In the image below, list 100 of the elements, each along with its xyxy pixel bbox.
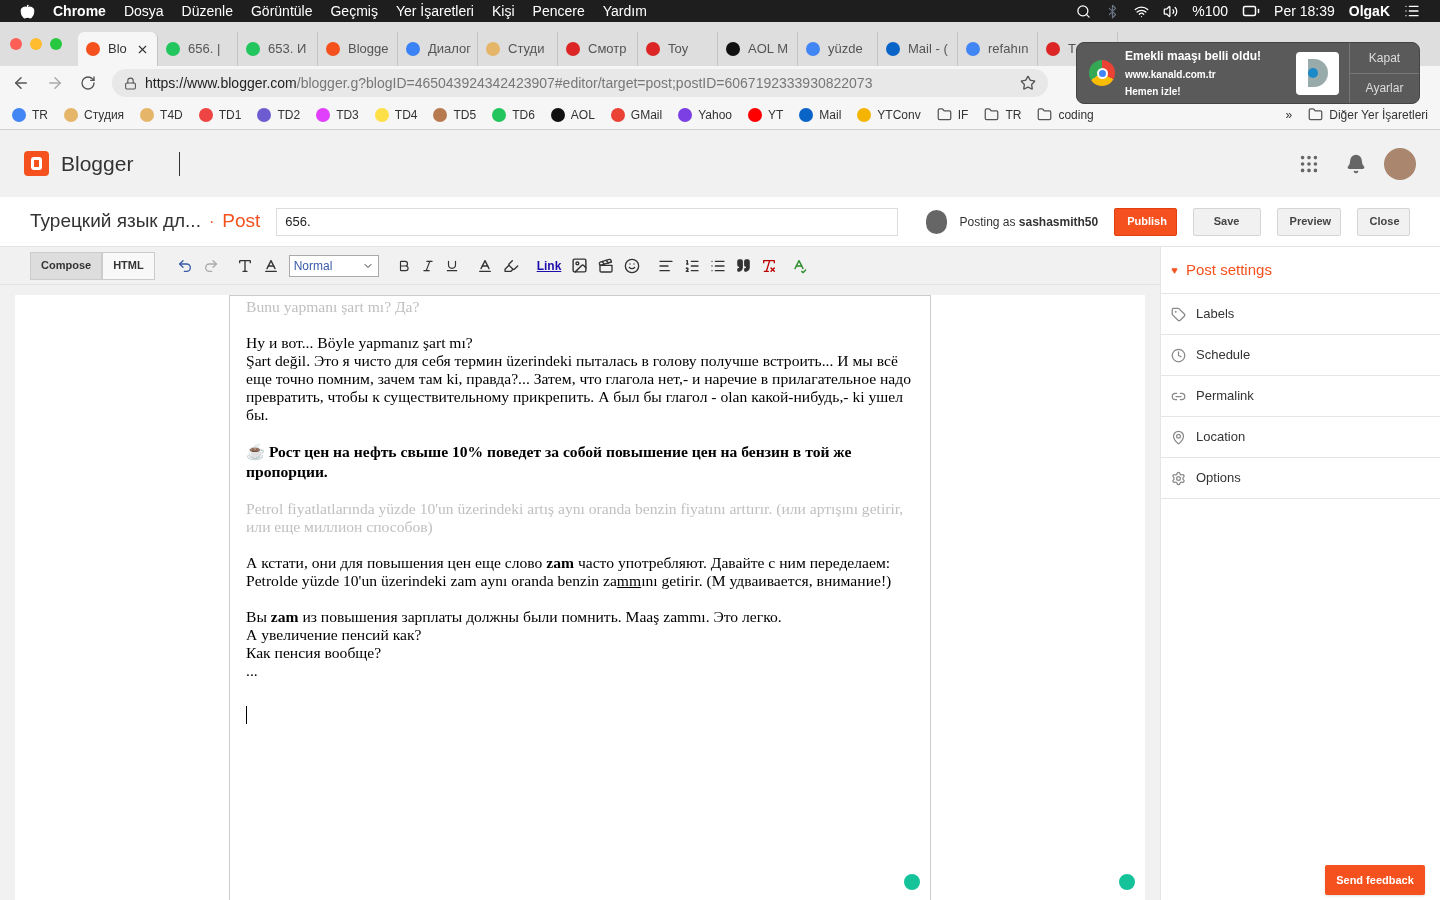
tab-title: refahın	[988, 40, 1029, 59]
notification-body: Hemen izle!	[1125, 85, 1182, 99]
bookmark-item[interactable]: TD2	[257, 105, 301, 124]
menu-item[interactable]: Kişi	[492, 0, 515, 22]
editor-canvas[interactable]	[229, 295, 931, 900]
browser-tab[interactable]: Blo	[78, 32, 158, 66]
tab-title: yüzde	[828, 40, 863, 59]
bookmark-star-icon[interactable]	[1020, 75, 1036, 91]
paragraph-text: Как пенсия вообще?	[246, 644, 383, 662]
image-icon[interactable]	[571, 257, 589, 274]
lock-icon	[124, 76, 137, 90]
back-icon[interactable]	[12, 74, 30, 92]
spellcheck-icon[interactable]	[791, 257, 808, 274]
bookmark-item[interactable]: coding	[1037, 105, 1094, 124]
menu-icon[interactable]	[1404, 3, 1420, 19]
folder-icon	[984, 107, 1000, 122]
format-select[interactable]: Normal	[288, 254, 379, 277]
clock-icon	[1171, 347, 1186, 363]
quote-icon[interactable]	[736, 258, 752, 273]
menu-item[interactable]: Geçmiş	[330, 0, 378, 22]
bookmark-item[interactable]: TR	[984, 105, 1022, 124]
post-settings-header[interactable]: Post settings	[1161, 247, 1440, 294]
tab-title: AOL M	[748, 40, 788, 59]
clear-formatting-icon[interactable]	[761, 257, 778, 274]
font-icon[interactable]	[236, 257, 253, 274]
link-button[interactable]: Link	[536, 256, 562, 275]
menu-item[interactable]: Yer İşaretleri	[395, 0, 474, 22]
bookmark-item[interactable]: TD4	[374, 105, 418, 124]
settings-item[interactable]: Schedule	[1161, 335, 1440, 376]
underline-icon[interactable]	[444, 258, 459, 273]
undo-icon[interactable]	[176, 257, 193, 274]
paragraph-text: Petrolde yüzde 10'un üzerindeki zam aynı oranda benzin zammını getirir. (М удваивается, внимание!)	[246, 572, 893, 590]
post-title-field[interactable]: 656.	[276, 207, 898, 236]
text-cursor	[246, 706, 247, 724]
bookmark-item[interactable]: YT	[748, 105, 784, 124]
volume-icon[interactable]	[1163, 3, 1179, 19]
bookmark-item[interactable]: YTConv	[857, 105, 921, 124]
font-size-icon[interactable]	[262, 257, 279, 274]
notifications-icon[interactable]	[1346, 153, 1366, 174]
bookmark-item[interactable]: T4D	[140, 105, 183, 124]
bookmark-item[interactable]: AOL	[550, 105, 595, 124]
menu-item[interactable]: Görüntüle	[250, 0, 313, 22]
blog-title: Турецкий язык дл...	[30, 209, 201, 234]
post-settings-title: Post settings	[1186, 259, 1272, 280]
more-bookmarks-button[interactable]: »	[1285, 105, 1293, 124]
menu-item[interactable]: Chrome	[53, 0, 106, 22]
video-icon[interactable]	[598, 257, 615, 274]
paragraph-text: ☕ Рост цен на нефть свыше 10% поведет за собой повышение цен на бензин в той же пропорции.	[246, 442, 853, 482]
paragraph-text: Petrol fiyatlatlarında yüzde 10'un üzerindeki artış aynı oranda benzin fiyatını arttırır. (или артışını getirir, или еще миллион способов)	[246, 500, 905, 536]
blogger-logo-icon[interactable]	[24, 151, 49, 176]
author-avatar	[925, 209, 948, 234]
paragraph-text: Bunu yapmanı şart mı? Да?	[246, 298, 421, 316]
text-color-icon[interactable]	[476, 257, 493, 274]
menu-item[interactable]: Düzenle	[181, 0, 233, 22]
bookmark-item[interactable]: TD6	[492, 105, 535, 124]
bookmark-item[interactable]: TR	[12, 105, 48, 124]
numbered-list-icon[interactable]	[684, 257, 701, 274]
pin-icon	[1171, 429, 1186, 445]
bookmark-item[interactable]: IF	[936, 105, 969, 124]
other-bookmarks-folder[interactable]: Diğer Yer İşaretleri	[1308, 105, 1428, 124]
wifi-icon[interactable]	[1134, 3, 1150, 19]
paragraph-text: ...	[246, 662, 259, 680]
toolbar-button[interactable]: Preview	[1276, 207, 1341, 236]
user-name[interactable]: OlgaK	[1348, 0, 1390, 22]
search-icon[interactable]	[1076, 3, 1092, 19]
bookmark-item[interactable]: TD1	[198, 105, 242, 124]
highlight-icon[interactable]	[502, 257, 519, 274]
notification-button[interactable]: Ayarlar	[1350, 72, 1419, 103]
tab-title: Toy	[668, 40, 689, 59]
emoji-icon[interactable]	[624, 257, 641, 274]
bookmark-item[interactable]: TD5	[433, 105, 477, 124]
bookmark-item[interactable]: Mail	[799, 105, 842, 124]
tab-title: 656. |	[188, 40, 221, 59]
mode-tab[interactable]: Compose	[30, 251, 103, 280]
menu-item[interactable]: Yardım	[602, 0, 647, 22]
avatar[interactable]	[1384, 147, 1416, 180]
bookmark-item[interactable]: Yahoo	[678, 105, 732, 124]
italic-icon[interactable]	[420, 258, 435, 273]
settings-item[interactable]: Permalink	[1161, 376, 1440, 417]
paragraph-text: А увеличение пенсий как?	[246, 626, 423, 644]
bookmark-item[interactable]: TD3	[316, 105, 359, 124]
toolbar-button[interactable]: Save	[1192, 207, 1261, 236]
mode-tab[interactable]: HTML	[102, 251, 155, 280]
brand-name[interactable]: Blogger	[61, 147, 134, 180]
settings-item[interactable]: Location	[1161, 417, 1440, 458]
bookmark-item[interactable]: Студия	[64, 105, 125, 124]
notification-button[interactable]: Kapat	[1350, 43, 1419, 73]
menu-item[interactable]: Pencere	[532, 0, 585, 22]
bookmark-item[interactable]: GMail	[610, 105, 663, 124]
folder-icon	[1037, 107, 1053, 122]
menu-item[interactable]: Dosya	[123, 0, 164, 22]
settings-item[interactable]: Labels	[1161, 294, 1440, 335]
reload-icon[interactable]	[80, 75, 96, 91]
tag-icon	[1171, 306, 1186, 322]
address-field[interactable]: https://www.blogger.com/blogger.g?blogID=465043924342423907#editor/target=post;postID=6067192333930822073	[112, 69, 1048, 97]
toolbar-button[interactable]: Close	[1356, 207, 1410, 236]
notification-title: Emekli maaşı belli oldu!	[1125, 48, 1262, 65]
posting-as-text: Posting as sashasmith50	[959, 213, 1099, 231]
settings-item[interactable]: Options	[1161, 458, 1440, 499]
apple-icon[interactable]	[20, 3, 35, 19]
